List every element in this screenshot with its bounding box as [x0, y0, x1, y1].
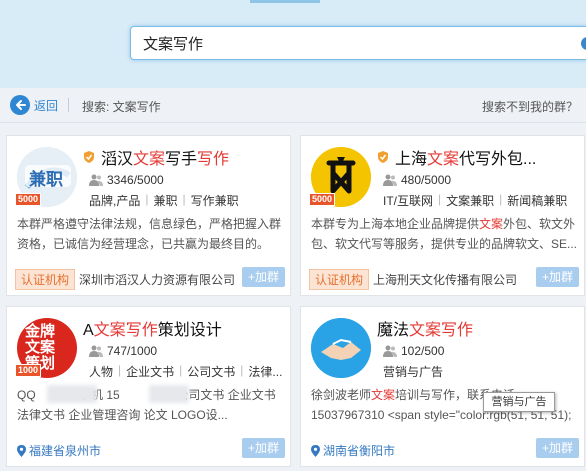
title-highlight: 写作 [197, 151, 230, 168]
people-icon [383, 345, 397, 357]
group-tags: IT/互联网 | 文案兼职 | 新闻稿兼职 [383, 192, 568, 208]
member-limit-badge: 1000 [15, 364, 42, 377]
title-text: 代写外包... [459, 151, 537, 168]
member-limit-badge: 5000 [309, 193, 336, 206]
group-tags: 人物 | 企业文书 | 公司文书 | 法律... [89, 363, 283, 379]
title-text: 策划设计 [157, 322, 222, 339]
group-location: 福建省泉州市 [17, 442, 101, 459]
join-group-button[interactable]: +加群 [241, 438, 285, 458]
description-text: 本群严格遵守法律法规，信息绿色，严格把握入群资格，已诚信为经营理念，已共赢为最终… [17, 217, 282, 251]
tag: 企业文书 [126, 365, 175, 379]
certified-org-badge: 认证机构 [309, 269, 370, 290]
tag: 法律... [248, 365, 283, 379]
nav-divider [68, 98, 69, 112]
cannot-find-group-link[interactable]: 搜索不到我的群？ [482, 98, 578, 115]
title-highlight: 文案 [93, 322, 126, 339]
tag: 兼职 [153, 194, 178, 208]
group-card[interactable]: 金牌文案策划 1000 A文案写作策划设计 747/1000 人物| 企业文书|… [6, 306, 291, 467]
search-header [0, 0, 586, 88]
member-limit-badge: 5000 [15, 193, 42, 206]
group-avatar[interactable]: 5000 [309, 147, 371, 207]
title-text: A [83, 322, 94, 339]
tag: 公司文书 [187, 365, 236, 379]
group-avatar[interactable]: 兼职 5000 [15, 147, 77, 207]
verified-shield-icon [84, 151, 94, 163]
search-input[interactable] [143, 33, 563, 53]
join-group-button[interactable]: +加群 [535, 438, 579, 458]
org-name: 上海刑天文化传播有限公司 [373, 273, 518, 287]
group-description: 本群专为上海本地企业品牌提供文案外包、软文外包、软文代写等服务，提供专业的品牌软… [311, 214, 579, 254]
title-highlight: 文案 [427, 151, 460, 168]
member-count: 102/500 [383, 344, 444, 358]
tag: 写作兼职 [190, 194, 239, 208]
verified-shield-icon [378, 151, 388, 163]
description-text: 本群专为上海本地企业品牌提供 [311, 217, 480, 231]
group-title[interactable]: 滔汉文案写手写作 [83, 146, 288, 168]
group-title[interactable]: 魔法文案写作 [377, 317, 582, 339]
search-breadcrumb: 搜索: 文案写作 [82, 100, 161, 114]
back-label: 返回 [34, 98, 59, 113]
location-text: 湖南省衡阳市 [323, 444, 396, 458]
description-highlight: 文案 [479, 217, 504, 231]
tag-tooltip: 营销与广告 [483, 392, 555, 412]
title-text: 魔法 [377, 322, 410, 339]
search-box[interactable] [130, 26, 586, 60]
back-arrow-icon [10, 95, 30, 115]
card-footer: 福建省泉州市 +加群 [15, 438, 285, 460]
title-highlight: 文案 [133, 151, 166, 168]
member-count: 3346/5000 [89, 173, 164, 187]
org-name: 深圳市滔汉人力资源有限公司 [79, 273, 236, 287]
clear-search-icon[interactable] [581, 37, 586, 50]
member-count: 747/1000 [89, 344, 157, 358]
description-highlight: 文案 [371, 388, 396, 402]
group-tags: 营销与广告 [383, 363, 583, 380]
member-count-text: 3346/5000 [107, 173, 164, 187]
tag: 营销与广告 [383, 365, 444, 379]
tag: 人物 [89, 365, 114, 379]
people-icon [383, 174, 397, 186]
member-count-text: 747/1000 [107, 344, 158, 358]
member-count: 480/5000 [383, 173, 451, 187]
tag: IT/互联网 [383, 194, 433, 208]
location-pin-icon [17, 444, 26, 457]
title-text: 写手 [165, 151, 198, 168]
title-highlight: 文案 [409, 322, 442, 339]
location-text: 福建省泉州市 [29, 444, 102, 458]
card-footer: 认证机构 上海刑天文化传播有限公司 +加群 [309, 267, 579, 290]
tag: 品牌,产品 [89, 194, 141, 208]
member-count-text: 102/500 [401, 344, 445, 358]
group-title[interactable]: A文案写作策划设计 [83, 317, 288, 339]
avatar-text: 兼职 [29, 170, 63, 189]
header-accent-line [250, 0, 320, 3]
group-title[interactable]: 上海文案代写外包... [377, 146, 582, 168]
redacted-phone-blur [47, 385, 97, 403]
people-icon [89, 174, 103, 186]
certified-org-badge: 认证机构 [15, 269, 76, 290]
description-text: 徐剑波老师 [311, 388, 372, 402]
people-icon [89, 345, 103, 357]
group-avatar[interactable] [311, 318, 371, 378]
tag: 新闻稿兼职 [507, 194, 568, 208]
title-highlight: 写作 [441, 322, 474, 339]
group-location: 湖南省衡阳市 [311, 442, 395, 459]
title-highlight: 写作 [125, 322, 158, 339]
back-button[interactable]: 返回 [10, 94, 58, 116]
group-card[interactable]: 兼职 5000 滔汉文案写手写作 3346/5000 品牌,产品 | 兼职 | 写作… [6, 135, 291, 296]
result-navbar: 返回 搜索: 文案写作 搜索不到我的群？ [0, 88, 586, 123]
card-footer: 认证机构 深圳市滔汉人力资源有限公司 +加群 [15, 267, 285, 290]
location-pin-icon [311, 444, 320, 457]
join-group-button[interactable]: +加群 [241, 267, 285, 287]
group-tags: 品牌,产品 | 兼职 | 写作兼职 [89, 192, 239, 208]
title-text: 滔汉 [101, 151, 134, 168]
card-footer: 湖南省衡阳市 +加群 [309, 438, 579, 460]
redacted-phone-blur [149, 385, 189, 403]
group-card[interactable]: 魔法文案写作 102/500 营销与广告 徐剑波老师文案培训与写作，联系电话15… [300, 306, 585, 467]
tag: 文案兼职 [446, 194, 495, 208]
group-card[interactable]: 5000 上海文案代写外包... 480/5000 IT/互联网 | 文案兼职 | … [300, 135, 585, 296]
join-group-button[interactable]: +加群 [535, 267, 579, 287]
member-count-text: 480/5000 [401, 173, 452, 187]
group-avatar[interactable]: 金牌文案策划 1000 [15, 318, 77, 378]
group-description: 本群严格遵守法律法规，信息绿色，严格把握入群资格，已诚信为经营理念，已共赢为最终… [17, 214, 285, 254]
title-text: 上海 [395, 151, 428, 168]
